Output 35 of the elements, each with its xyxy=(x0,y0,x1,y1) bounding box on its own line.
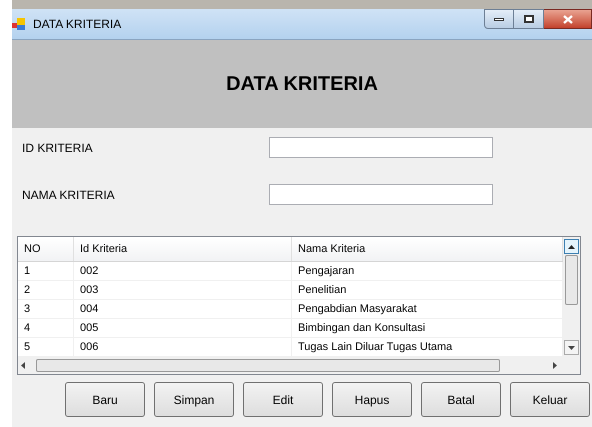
action-button[interactable]: Batal xyxy=(421,382,501,417)
field-label: ID KRITERIA xyxy=(22,140,94,156)
action-button[interactable]: Edit xyxy=(243,382,323,417)
action-button[interactable]: Baru xyxy=(65,382,145,417)
minimize-button[interactable] xyxy=(484,9,514,29)
vertical-scrollbar[interactable] xyxy=(563,237,580,357)
column-header[interactable]: Id Kriteria xyxy=(74,237,292,261)
input-field[interactable] xyxy=(269,184,493,205)
right-arrow-icon xyxy=(553,362,557,369)
input-field[interactable] xyxy=(269,137,493,158)
table-cell: 005 xyxy=(74,319,292,337)
table-cell: 006 xyxy=(74,338,292,356)
close-button[interactable] xyxy=(544,9,592,29)
table-cell: 5 xyxy=(18,338,74,356)
action-button[interactable]: Hapus xyxy=(332,382,412,417)
column-header[interactable]: NO xyxy=(18,237,74,261)
table-cell: 2 xyxy=(18,281,74,299)
table-cell: 004 xyxy=(74,300,292,318)
table-cell: 002 xyxy=(74,262,292,280)
close-icon xyxy=(562,14,572,24)
left-arrow-icon xyxy=(21,362,25,369)
window-title: DATA KRITERIA xyxy=(33,16,122,33)
maximize-button[interactable] xyxy=(514,9,544,29)
up-arrow-icon xyxy=(568,244,575,248)
field-label: NAMA KRITERIA xyxy=(22,186,116,204)
horizontal-scrollbar[interactable] xyxy=(18,357,580,374)
header-title: DATA KRITERIA xyxy=(226,72,378,97)
down-arrow-icon xyxy=(568,346,575,350)
table-cell: 4 xyxy=(18,319,74,337)
table-cell: 1 xyxy=(18,262,74,280)
action-button[interactable]: Keluar xyxy=(510,382,590,417)
action-button[interactable]: Simpan xyxy=(154,382,234,417)
app-icon xyxy=(12,17,26,31)
table-cell: 003 xyxy=(74,281,292,299)
table-cell: 3 xyxy=(18,300,74,318)
